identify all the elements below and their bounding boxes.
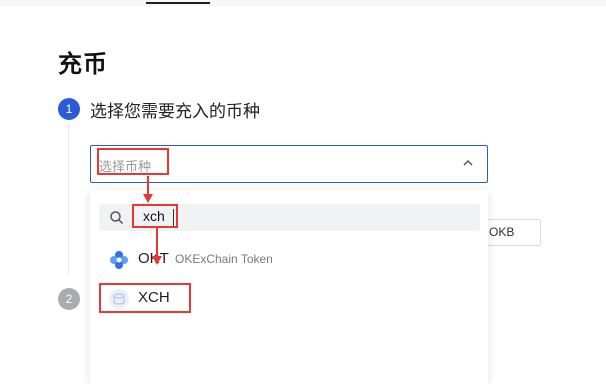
okt-coin-icon bbox=[110, 251, 128, 269]
annotation-box-search bbox=[132, 204, 178, 228]
step-connector-line bbox=[68, 124, 69, 274]
chevron-up-icon[interactable] bbox=[461, 156, 475, 170]
annotation-arrow-1 bbox=[143, 176, 153, 203]
top-tab-bar bbox=[0, 0, 606, 6]
annotation-arrow-2 bbox=[152, 228, 162, 265]
step-1-badge: 1 bbox=[58, 98, 80, 120]
page-title: 充币 bbox=[58, 50, 108, 78]
annotation-box-select bbox=[97, 148, 169, 175]
search-icon bbox=[110, 211, 124, 225]
active-tab-indicator bbox=[146, 2, 210, 4]
step-1-label: 选择您需要充入的币种 bbox=[90, 102, 260, 122]
coin-option-name: OKExChain Token bbox=[175, 252, 273, 266]
step-2-badge: 2 bbox=[58, 288, 80, 310]
annotation-box-xch bbox=[99, 283, 191, 313]
